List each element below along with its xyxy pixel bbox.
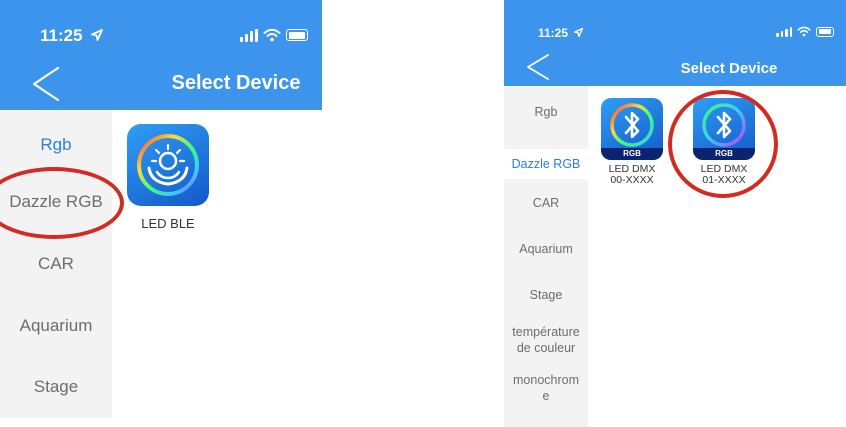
device-grid: RGB LED DMX 00-XXXX RGB LED DMX 01-XXXX: [588, 86, 846, 427]
device-grid: LED BLE: [112, 110, 322, 427]
status-icons: [776, 26, 834, 37]
signal-icon: [776, 26, 792, 37]
sidebar-item-stage[interactable]: Stage: [504, 287, 588, 303]
page-title: Select Device: [171, 72, 301, 94]
device-led-ble[interactable]: LED BLE: [126, 124, 210, 231]
sidebar-item-monochrome[interactable]: monochrom e: [504, 372, 588, 404]
status-time: 11:25: [40, 26, 83, 45]
location-arrow-icon: [91, 29, 103, 41]
category-sidebar: Rgb Dazzle RGB CAR Aquarium Stage tempér…: [504, 86, 588, 427]
status-time: 11:25: [538, 26, 569, 40]
battery-icon: [816, 26, 834, 37]
sidebar-item-car[interactable]: CAR: [0, 254, 112, 274]
screenshot-right: 11:25 Select Device Rgb Dazzle RGB CAR A…: [504, 0, 846, 427]
sidebar-item-dazzle-rgb[interactable]: Dazzle RGB: [504, 149, 588, 179]
sidebar-item-car[interactable]: CAR: [504, 195, 588, 211]
sidebar-item-dazzle-rgb[interactable]: Dazzle RGB: [0, 192, 112, 212]
sidebar-item-color-temperature[interactable]: température de couleur: [504, 324, 588, 356]
device-led-dmx-01[interactable]: RGB LED DMX 01-XXXX: [692, 98, 756, 186]
sun-hands-icon: [127, 124, 209, 206]
category-sidebar: Rgb Dazzle RGB CAR Aquarium Stage: [0, 110, 112, 418]
header-bar: 11:25 Select Device: [0, 0, 322, 110]
page-title: Select Device: [680, 60, 778, 77]
sidebar-item-aquarium[interactable]: Aquarium: [504, 241, 588, 257]
bluetooth-icon: RGB: [693, 98, 755, 160]
status-icons: [240, 28, 308, 42]
rgb-badge: RGB: [601, 148, 663, 160]
device-name: LED BLE: [141, 216, 195, 231]
battery-icon: [286, 29, 308, 41]
device-name-line2: 00-XXXX: [610, 174, 654, 186]
rgb-badge: RGB: [693, 148, 755, 160]
wifi-icon: [797, 26, 811, 37]
sidebar-item-stage[interactable]: Stage: [0, 377, 112, 397]
signal-icon: [240, 28, 258, 42]
sidebar-item-aquarium[interactable]: Aquarium: [0, 316, 112, 336]
bluetooth-icon: RGB: [601, 98, 663, 160]
sidebar-item-rgb[interactable]: Rgb: [504, 104, 588, 120]
screenshot-left: 11:25 Select Device Rgb Dazzle RGB CAR A…: [0, 0, 322, 427]
wifi-icon: [263, 28, 281, 42]
sidebar-item-rgb[interactable]: Rgb: [0, 135, 112, 155]
device-led-dmx-00[interactable]: RGB LED DMX 00-XXXX: [600, 98, 664, 186]
device-name-line2: 01-XXXX: [702, 174, 746, 186]
header-bar: 11:25 Select Device: [504, 0, 846, 86]
location-arrow-icon: [573, 27, 584, 38]
